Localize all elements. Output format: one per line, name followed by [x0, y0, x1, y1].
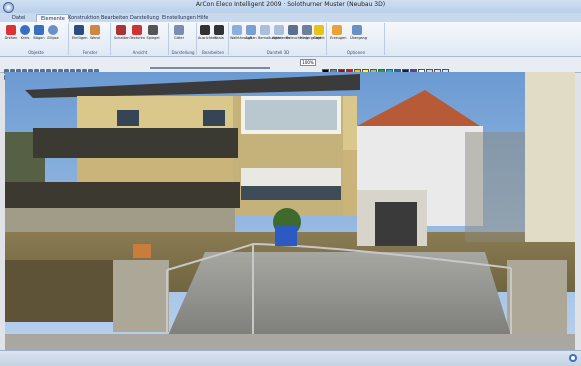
activate-icon: [274, 25, 284, 35]
ribbon-group-darstellung: Gitter Darstellung: [170, 23, 197, 55]
button-objekt[interactable]: Objekt: [312, 25, 326, 40]
garage-door: [375, 202, 417, 246]
shutter: [241, 168, 341, 186]
button-bemassungen[interactable]: Bemaßungen: [258, 25, 281, 40]
rotate-icon: [6, 25, 16, 35]
group-label: Fenster: [82, 50, 98, 55]
mirror-icon: [148, 25, 158, 35]
grid-icon: [174, 25, 184, 35]
ribbon: Drehen Kreis Bögen Ellipse Objekte Einfü…: [0, 22, 581, 57]
window-title: ArCon Eleco Intelligent 2009 · Solothurn…: [195, 1, 386, 8]
object-icon: [314, 25, 324, 35]
blue-pot: [275, 226, 297, 246]
render-canvas[interactable]: [5, 72, 575, 350]
texture-icon: [132, 25, 142, 35]
button-kreis[interactable]: Kreis: [18, 25, 32, 40]
background-icon: [302, 25, 312, 35]
walk-icon: [232, 25, 242, 35]
ribbon-group-ansicht: Schatten Texturen Spiegel Ansicht: [112, 23, 169, 55]
button-texturen[interactable]: Texturen: [130, 25, 145, 40]
window-icon: [74, 25, 84, 35]
arc-icon: [34, 25, 44, 35]
scene-render: [5, 72, 575, 350]
window-upper-left: [117, 110, 139, 126]
driveway: [165, 252, 513, 342]
bay-glass: [245, 100, 337, 130]
button-walkthrough[interactable]: Walkthrough: [230, 25, 252, 40]
align-icon: [200, 25, 210, 35]
tab-hilfe[interactable]: Hilfe: [193, 14, 212, 22]
tab-datei[interactable]: Datei: [8, 14, 29, 22]
status-bar: [0, 350, 581, 366]
tool-toolbar: [0, 57, 581, 80]
balcony: [33, 128, 238, 158]
button-aktivieren[interactable]: Aktivieren: [272, 25, 290, 40]
ribbon-group-objekte: Drehen Kreis Bögen Ellipse Objekte: [4, 23, 69, 55]
house-icon: [246, 25, 256, 35]
wall-icon: [90, 25, 100, 35]
generate-icon: [332, 25, 342, 35]
button-spiegel[interactable]: Spiegel: [146, 25, 160, 40]
ribbon-group-bearbeiten: Ausrichten Skala Bearbeiten: [198, 23, 229, 55]
transition-icon: [352, 25, 362, 35]
far-right-house: [525, 72, 575, 242]
button-gitter[interactable]: Gitter: [172, 25, 186, 40]
group-label: Optionen: [346, 50, 366, 55]
button-ellipse[interactable]: Ellipse: [46, 25, 60, 40]
button-erzeugen[interactable]: Erzeugen: [330, 25, 346, 40]
ellipse-icon: [48, 25, 58, 35]
button-boegen[interactable]: Bögen: [32, 25, 46, 40]
group-label: Objekte: [28, 50, 44, 55]
button-schatten[interactable]: Schatten: [114, 25, 130, 40]
ribbon-group-darstell-3d: Walkthrough Außen Bemaßungen Aktivieren …: [230, 23, 327, 55]
button-uebergang[interactable]: Übergang: [350, 25, 367, 40]
button-wand[interactable]: Wand: [88, 25, 102, 40]
zoom-slider[interactable]: [150, 67, 270, 69]
circle-icon: [20, 25, 30, 35]
button-drehen[interactable]: Drehen: [4, 25, 18, 40]
ground-windows: [241, 186, 341, 200]
help-icon[interactable]: [568, 353, 578, 363]
ribbon-group-fenster: Einfügen Wand Fenster: [70, 23, 111, 55]
group-label: Ansicht: [132, 50, 148, 55]
title-bar: ArCon Eleco Intelligent 2009 · Solothurn…: [0, 0, 581, 14]
button-einfuegen[interactable]: Einfügen: [72, 25, 87, 40]
retaining-wall: [5, 208, 235, 232]
sidewalk: [5, 334, 575, 350]
ribbon-tabs: Datei Elemente Konstruktion Bearbeiten D…: [0, 13, 581, 23]
lower-balcony: [5, 182, 240, 208]
group-label: Darstell 3D: [266, 50, 290, 55]
button-ausrichten[interactable]: Ausrichten: [198, 25, 217, 40]
zoom-level[interactable]: 100%: [300, 59, 316, 66]
light-icon: [288, 25, 298, 35]
group-label: Darstellung: [171, 50, 195, 55]
button-aussen[interactable]: Außen: [244, 25, 258, 40]
pillar-right: [507, 260, 567, 340]
pillar-left: [113, 260, 169, 332]
tool-row-2: [4, 65, 40, 80]
ribbon-group-optionen: Erzeugen Übergang Optionen: [328, 23, 385, 55]
window-upper-mid: [203, 110, 225, 126]
button-beleuchtung[interactable]: Beleuchtung: [286, 25, 308, 40]
dimension-icon: [260, 25, 270, 35]
bare-trees: [465, 132, 525, 242]
hedge: [5, 260, 115, 322]
shadow-icon: [116, 25, 126, 35]
orange-pot: [133, 244, 151, 258]
button-skala[interactable]: Skala: [212, 25, 226, 40]
scale-icon: [214, 25, 224, 35]
color-palette: [322, 61, 450, 76]
group-label: Bearbeiten: [202, 50, 224, 55]
